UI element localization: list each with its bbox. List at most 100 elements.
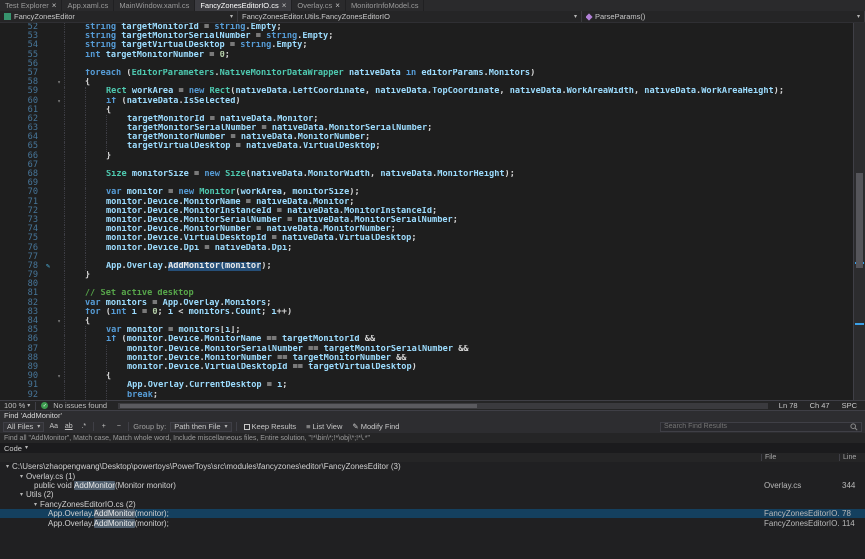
code-line[interactable]: 74monitor.Device.MonitorNumber = nativeD… bbox=[0, 225, 853, 234]
fold-chevron-icon[interactable]: ▾ bbox=[54, 372, 64, 381]
code-line[interactable]: 90▾{ bbox=[0, 372, 853, 381]
code-line[interactable]: 87monitor.Device.MonitorSerialNumber == … bbox=[0, 345, 853, 354]
result-row[interactable]: ▾Overlay.cs (1) bbox=[0, 471, 865, 480]
result-row[interactable]: App.Overlay.AddMonitor(monitor);FancyZon… bbox=[0, 518, 865, 527]
code-line[interactable]: 92break; bbox=[0, 391, 853, 400]
indent-guide bbox=[85, 161, 106, 170]
code-line[interactable]: 67 bbox=[0, 161, 853, 170]
collapse-all-button[interactable]: − bbox=[113, 422, 124, 432]
expander-icon[interactable]: ▾ bbox=[34, 501, 37, 508]
code-line[interactable]: 71monitor.Device.MonitorName = nativeDat… bbox=[0, 198, 853, 207]
scrollbar-thumb[interactable] bbox=[856, 173, 863, 268]
code-line[interactable]: 70var monitor = new Monitor(workArea, mo… bbox=[0, 188, 853, 197]
code-line[interactable]: 55int targetMonitorNumber = 0; bbox=[0, 51, 853, 60]
code-line[interactable]: 68Size monitorSize = new Size(nativeData… bbox=[0, 170, 853, 179]
whole-word-button[interactable]: ab bbox=[63, 422, 74, 432]
code-line[interactable]: 91App.Overlay.CurrentDesktop = i; bbox=[0, 381, 853, 390]
code-line[interactable]: 59Rect workArea = new Rect(nativeData.Le… bbox=[0, 87, 853, 96]
type-dropdown[interactable]: FancyZonesEditor.Utils.FancyZonesEditorI… bbox=[238, 11, 582, 22]
result-row[interactable]: ▾FancyZonesEditorIO.cs (2) bbox=[0, 500, 865, 509]
code-line[interactable]: 62targetMonitorId = nativeData.Monitor; bbox=[0, 115, 853, 124]
close-icon[interactable]: × bbox=[52, 2, 57, 10]
result-row[interactable]: ▾C:\Users\zhaopengwang\Desktop\powertoys… bbox=[0, 462, 865, 471]
code-line[interactable]: 54string targetVirtualDesktop = string.E… bbox=[0, 41, 853, 50]
code-line[interactable]: 86if (monitor.Device.MonitorName == targ… bbox=[0, 335, 853, 344]
member-dropdown[interactable]: ParseParams() ▾ bbox=[582, 11, 865, 22]
code-line[interactable]: 52string targetMonitorId = string.Empty; bbox=[0, 23, 853, 32]
expander-icon[interactable]: ▾ bbox=[6, 463, 9, 470]
code-line[interactable]: 89monitor.Device.VirtualDesktopId == tar… bbox=[0, 363, 853, 372]
expander-icon[interactable]: ▾ bbox=[20, 491, 23, 498]
code-line[interactable]: 53string targetMonitorSerialNumber = str… bbox=[0, 32, 853, 41]
code-line[interactable]: 76monitor.Device.Dpi = nativeData.Dpi; bbox=[0, 244, 853, 253]
results-search-box[interactable] bbox=[660, 422, 862, 432]
code-token: targetMonitorSerialNumber bbox=[127, 124, 256, 133]
zoom-control[interactable]: 100 % ▾ bbox=[4, 401, 30, 410]
modify-find-button[interactable]: ✎ Modify Find bbox=[349, 422, 402, 432]
code-text bbox=[64, 280, 853, 289]
group-by-dropdown[interactable]: Path then File ▾ bbox=[170, 422, 231, 432]
tab-monitorinfomodel-cs[interactable]: MonitorInfoModel.cs bbox=[346, 0, 425, 11]
tab-overlay-cs[interactable]: Overlay.cs× bbox=[292, 0, 346, 11]
code-line[interactable]: 83for (int i = 0; i < monitors.Count; i+… bbox=[0, 308, 853, 317]
fold-chevron-icon[interactable]: ▾ bbox=[54, 78, 64, 87]
project-dropdown[interactable]: FancyZonesEditor ▾ bbox=[0, 11, 238, 22]
code-line[interactable]: 79} bbox=[0, 271, 853, 280]
code-line[interactable]: 72monitor.Device.MonitorInstanceId = nat… bbox=[0, 207, 853, 216]
fold-chevron-icon[interactable]: ▾ bbox=[54, 317, 64, 326]
code-line[interactable]: 88monitor.Device.MonitorNumber == target… bbox=[0, 354, 853, 363]
code-editor[interactable]: 52string targetMonitorId = string.Empty;… bbox=[0, 23, 865, 400]
tab-mainwindow-xaml-cs[interactable]: MainWindow.xaml.cs bbox=[114, 0, 195, 11]
result-row[interactable]: App.Overlay.AddMonitor(monitor);FancyZon… bbox=[0, 509, 865, 518]
vertical-scrollbar[interactable] bbox=[853, 23, 865, 400]
code-line[interactable]: 84▾{ bbox=[0, 317, 853, 326]
match-case-button[interactable]: Aa bbox=[48, 422, 59, 432]
code-line[interactable]: 81// Set active desktop bbox=[0, 289, 853, 298]
column-header-line[interactable]: Line bbox=[839, 454, 865, 461]
expand-all-button[interactable]: + bbox=[98, 422, 109, 432]
list-view-label: List View bbox=[313, 422, 343, 431]
close-icon[interactable]: × bbox=[335, 2, 340, 10]
tab-app-xaml-cs[interactable]: App.xaml.cs bbox=[62, 0, 114, 11]
expander-icon[interactable]: ▾ bbox=[20, 473, 23, 480]
code-text: targetMonitorNumber = nativeData.Monitor… bbox=[64, 133, 853, 142]
scope-dropdown[interactable]: All Files ▾ bbox=[3, 422, 44, 432]
code-line[interactable]: 78✎App.Overlay.AddMonitor(monitor); bbox=[0, 262, 853, 271]
code-token: Empty bbox=[302, 32, 328, 41]
regex-button[interactable]: .* bbox=[78, 422, 89, 432]
code-line[interactable]: 82var monitors = App.Overlay.Monitors; bbox=[0, 299, 853, 308]
code-line[interactable]: 60▾if (nativeData.IsSelected) bbox=[0, 97, 853, 106]
list-view-button[interactable]: ≡ List View bbox=[303, 422, 345, 432]
code-line[interactable]: 69 bbox=[0, 179, 853, 188]
close-icon[interactable]: × bbox=[282, 2, 287, 10]
tab-test-explorer[interactable]: Test Explorer× bbox=[0, 0, 62, 11]
horizontal-scrollbar[interactable] bbox=[118, 403, 768, 409]
code-line[interactable]: 56 bbox=[0, 60, 853, 69]
code-line[interactable]: 58▾{ bbox=[0, 78, 853, 87]
results-search-input[interactable] bbox=[664, 423, 848, 430]
result-row[interactable]: ▾Utils (2) bbox=[0, 490, 865, 499]
result-row[interactable]: public void AddMonitor(Monitor monitor)O… bbox=[0, 481, 865, 490]
code-line[interactable]: 80 bbox=[0, 280, 853, 289]
code-lines[interactable]: 52string targetMonitorId = string.Empty;… bbox=[0, 23, 853, 400]
health-check-icon[interactable]: ✓ bbox=[41, 402, 48, 409]
code-line[interactable]: 65targetVirtualDesktop = nativeData.Virt… bbox=[0, 142, 853, 151]
code-line[interactable]: 57foreach (EditorParameters.NativeMonito… bbox=[0, 69, 853, 78]
code-line[interactable]: 75monitor.Device.VirtualDesktopId = nati… bbox=[0, 234, 853, 243]
code-line[interactable]: 85var monitor = monitors[i]; bbox=[0, 326, 853, 335]
fold-margin bbox=[54, 289, 64, 298]
tab-fancyzoneseditorio-cs[interactable]: FancyZonesEditorIO.cs× bbox=[195, 0, 292, 11]
code-line[interactable]: 73monitor.Device.MonitorSerialNumber = n… bbox=[0, 216, 853, 225]
scrollbar-thumb[interactable] bbox=[120, 404, 477, 408]
code-line[interactable]: 61{ bbox=[0, 106, 853, 115]
keep-results-button[interactable]: Keep Results bbox=[241, 422, 300, 432]
code-token: ) bbox=[530, 69, 535, 78]
code-line[interactable]: 77 bbox=[0, 253, 853, 262]
code-line[interactable]: 63targetMonitorSerialNumber = nativeData… bbox=[0, 124, 853, 133]
fold-chevron-icon[interactable]: ▾ bbox=[54, 97, 64, 106]
results-filter-dropdown[interactable]: Code ▾ bbox=[0, 443, 865, 453]
code-line[interactable]: 64targetMonitorNumber = nativeData.Monit… bbox=[0, 133, 853, 142]
code-line[interactable]: 66} bbox=[0, 152, 853, 161]
column-header-file[interactable]: File bbox=[761, 454, 839, 461]
line-indicator: Ln 78 bbox=[779, 401, 798, 410]
